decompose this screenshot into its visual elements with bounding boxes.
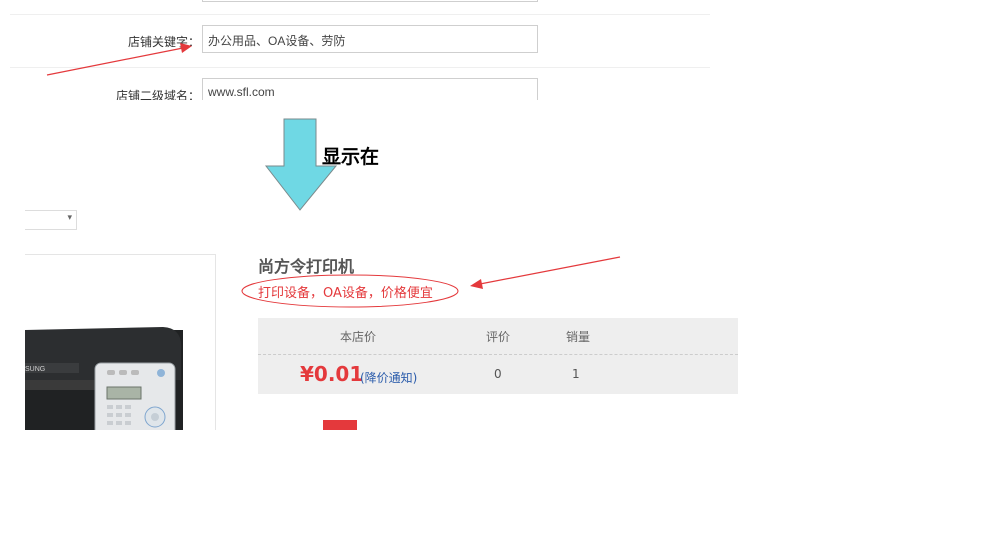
keyword-label: 店铺关键字： xyxy=(127,35,200,49)
reviews-count: 0 xyxy=(494,367,502,381)
promo-badge xyxy=(323,420,357,430)
reviews-header: 评价 xyxy=(486,330,511,344)
shown-in-label: 显示在 xyxy=(322,146,380,168)
category-dropdown[interactable]: ▾ xyxy=(25,210,77,230)
form-divider xyxy=(10,14,710,15)
price-drop-notify-link[interactable]: (降价通知) xyxy=(360,369,417,386)
domain-input[interactable]: www.sfl.com xyxy=(202,78,538,100)
shop-settings-form: 店铺关键字： 办公用品、OA设备、劳防 店铺二级域名： www.sfl.com xyxy=(10,0,710,100)
printer-image: SUNG xyxy=(25,327,183,430)
product-price: ¥0.01 xyxy=(300,362,364,386)
promotion-row xyxy=(258,420,738,430)
domain-label: 店铺二级域名： xyxy=(115,89,200,100)
price-panel: 本店价 评价 销量 ¥0.01 (降价通知) 0 1 xyxy=(258,318,738,394)
form-divider xyxy=(10,67,710,68)
svg-text:SUNG: SUNG xyxy=(25,366,45,373)
price-divider xyxy=(258,354,738,355)
product-subtitle: 打印设备，OA设备，价格便宜 xyxy=(258,286,433,301)
sales-header: 销量 xyxy=(566,330,591,344)
store-price-header: 本店价 xyxy=(340,330,377,344)
keyword-input[interactable]: 办公用品、OA设备、劳防 xyxy=(202,25,538,53)
chevron-down-icon: ▾ xyxy=(67,213,72,223)
sales-count: 1 xyxy=(572,367,580,381)
product-image: SUNG xyxy=(25,254,216,430)
previous-field-input[interactable] xyxy=(202,0,538,2)
